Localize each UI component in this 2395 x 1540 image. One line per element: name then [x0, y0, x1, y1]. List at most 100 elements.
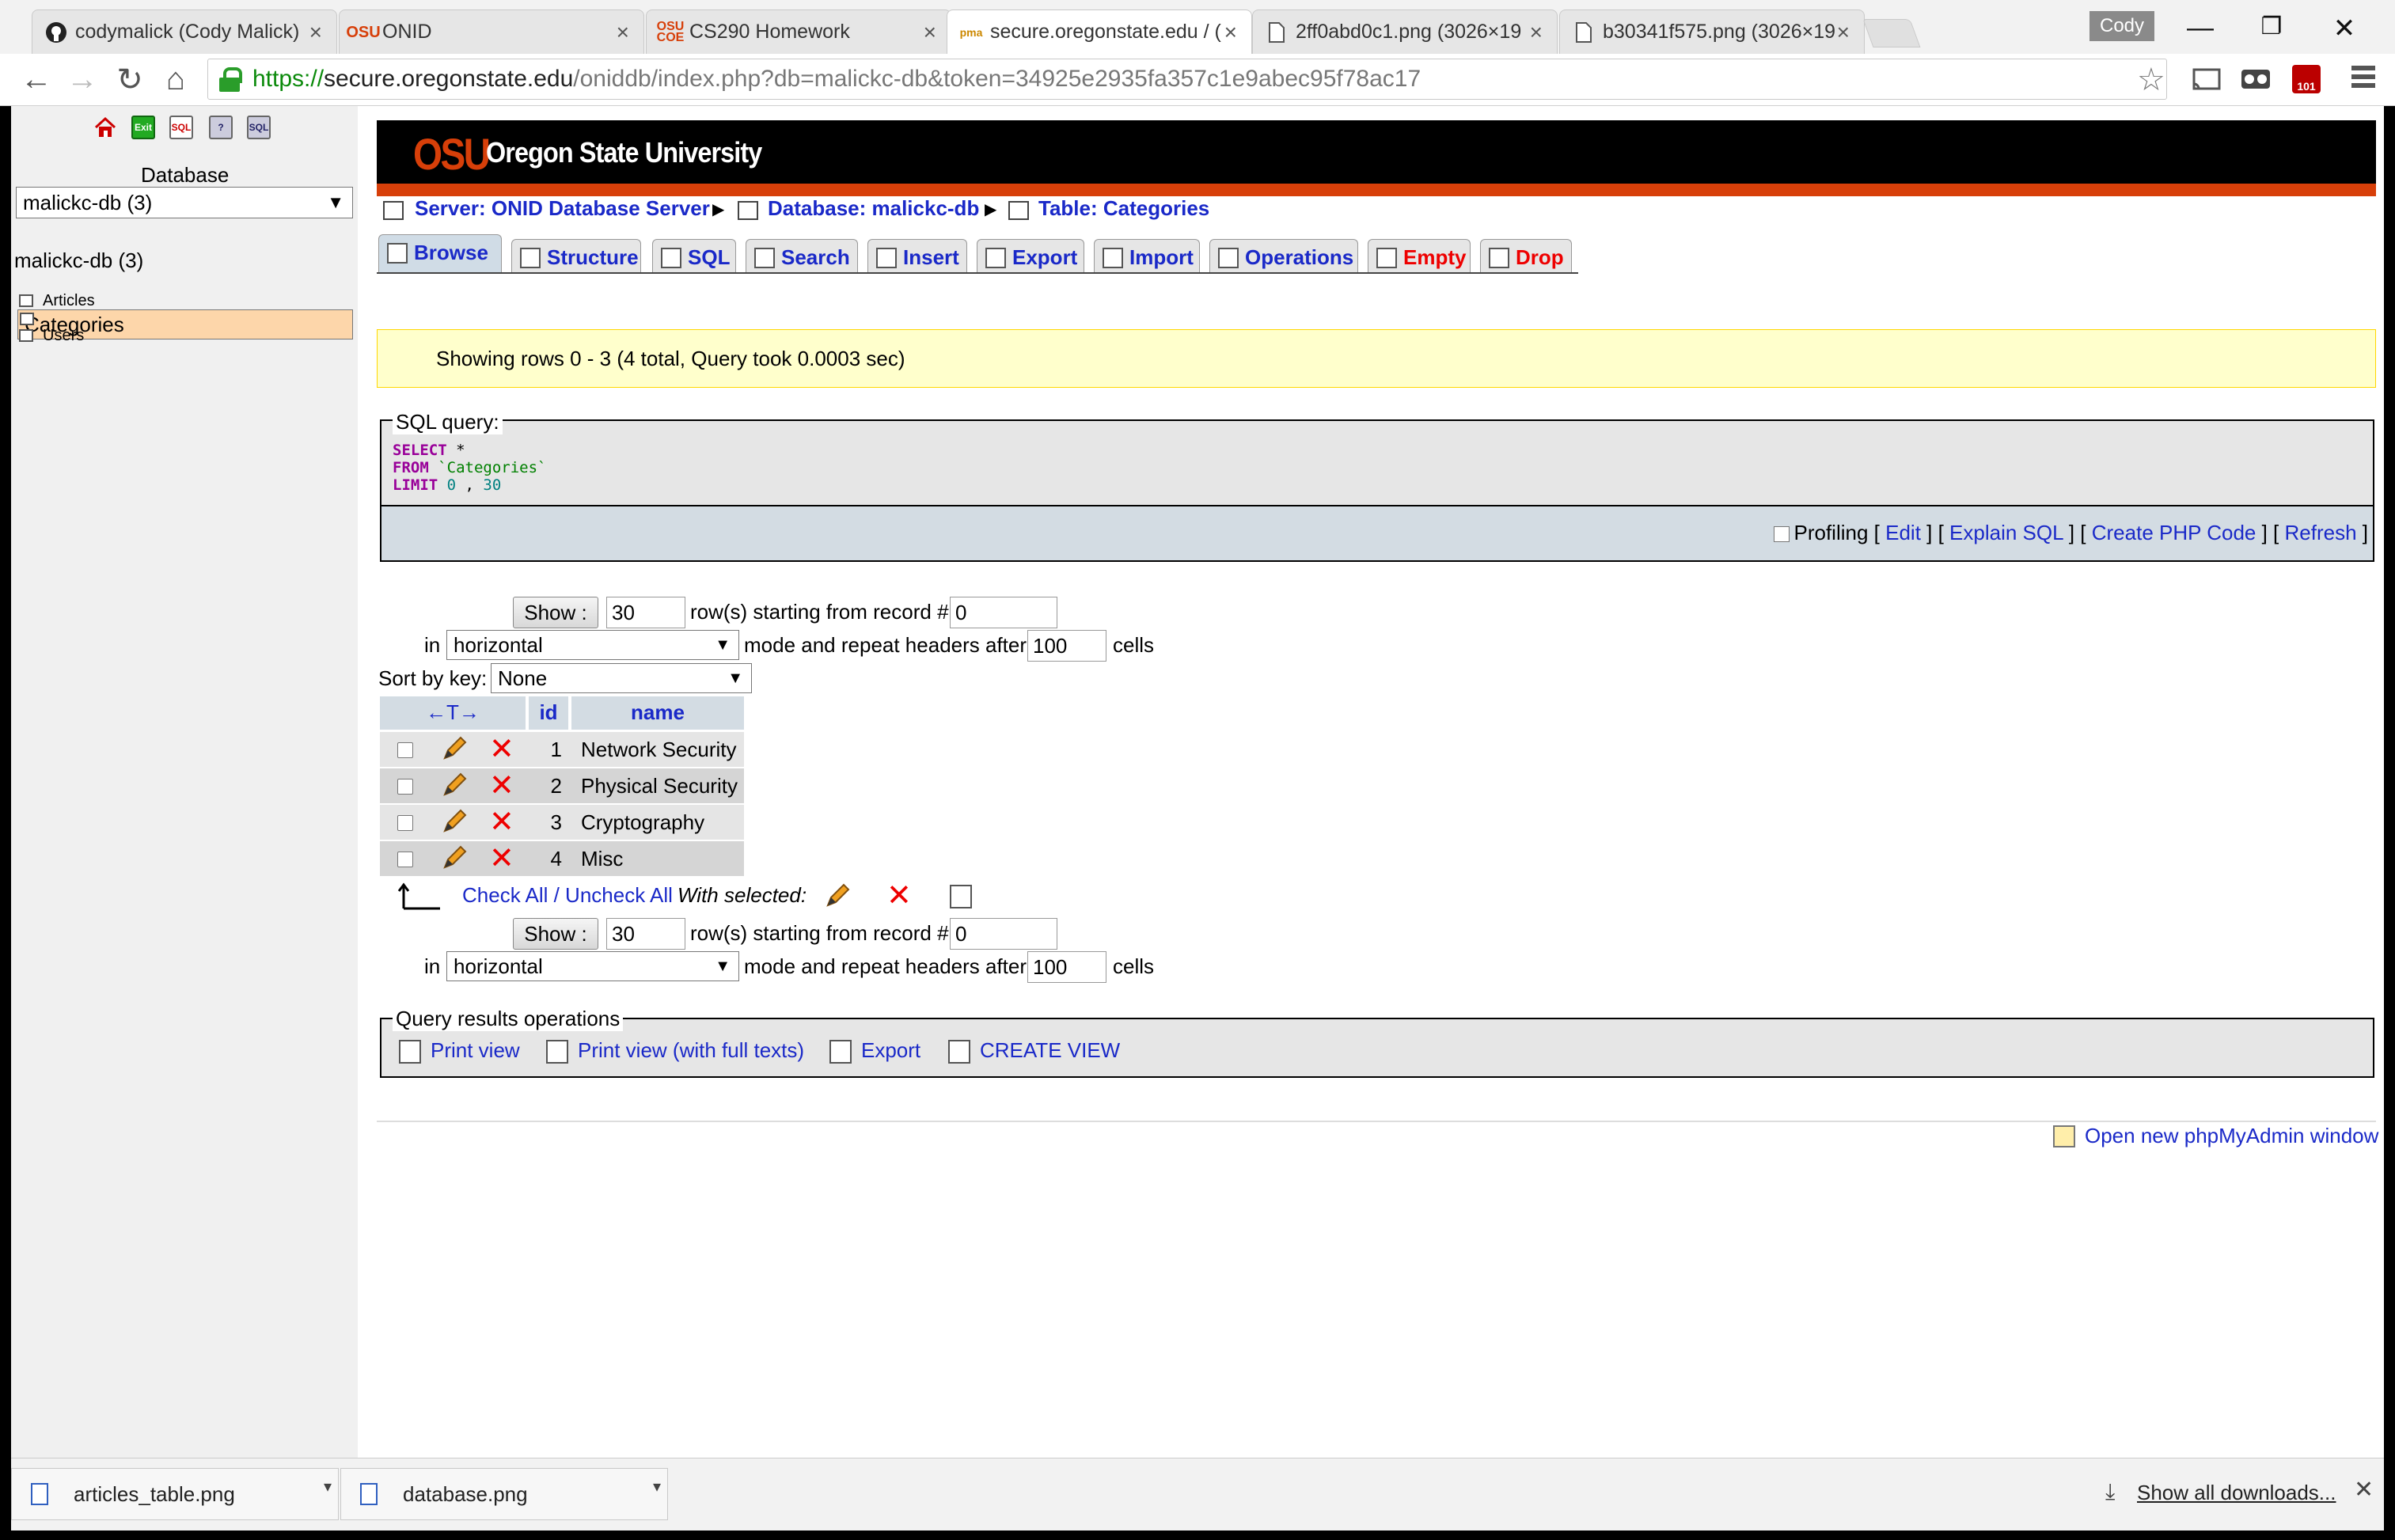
check-all-link[interactable]: Check All / Uncheck All [462, 883, 673, 908]
edit-pencil-icon[interactable] [440, 734, 469, 763]
download-item[interactable]: articles_table.png ▾ [11, 1468, 339, 1520]
home-icon[interactable]: ⌂ [154, 62, 198, 97]
menu-icon[interactable] [2348, 62, 2379, 93]
delete-x-icon[interactable]: ✕ [489, 771, 514, 801]
extension-101-icon[interactable]: 101 [2291, 63, 2322, 95]
row-checkbox[interactable] [397, 779, 413, 795]
tab-insert[interactable]: Insert [867, 239, 967, 274]
explain-sql-link[interactable]: Explain SQL [1949, 521, 2063, 544]
repeat-headers-input-bottom[interactable]: 100 [1027, 951, 1106, 983]
breadcrumb-database[interactable]: Database: malickc-db [768, 196, 979, 221]
delete-x-icon[interactable]: ✕ [489, 844, 514, 874]
tab-import[interactable]: Import [1094, 239, 1200, 274]
osu-logo[interactable]: OSU [413, 128, 491, 180]
tab-sql[interactable]: SQL [652, 239, 736, 274]
close-tab-icon[interactable]: × [1224, 20, 1237, 45]
osu-header-stripe [377, 184, 2376, 196]
rows-input[interactable]: 30 [606, 597, 685, 628]
database-select[interactable]: malickc-db (3) ▼ [16, 187, 353, 218]
delete-selected-x-icon[interactable]: ✕ [886, 881, 912, 911]
show-button-bottom[interactable]: Show : [513, 918, 598, 950]
row-checkbox[interactable] [397, 852, 413, 867]
edit-pencil-icon[interactable] [440, 844, 469, 872]
tab-drop[interactable]: Drop [1480, 239, 1572, 274]
profile-button[interactable]: Cody [2089, 11, 2154, 41]
display-mode-select[interactable]: horizontal ▼ [446, 630, 739, 660]
edit-pencil-icon[interactable] [440, 807, 469, 836]
sql-docs-icon[interactable]: SQL [247, 116, 271, 139]
tab-operations[interactable]: Operations [1209, 239, 1358, 274]
column-arrows[interactable]: ←T→ [380, 696, 526, 730]
row-checkbox[interactable] [397, 815, 413, 831]
edit-link[interactable]: Edit [1885, 521, 1921, 544]
sidebar-item-users[interactable]: Users [17, 327, 353, 344]
create-php-link[interactable]: Create PHP Code [2092, 521, 2256, 544]
mode-text-bottom: mode and repeat headers after [744, 954, 1027, 978]
start-record-input[interactable]: 0 [950, 597, 1057, 628]
start-record-input-bottom[interactable]: 0 [950, 918, 1057, 950]
show-button[interactable]: Show : [513, 597, 598, 628]
bookmark-star-icon[interactable]: ☆ [2137, 62, 2165, 98]
delete-x-icon[interactable]: ✕ [489, 734, 514, 764]
database-heading[interactable]: malickc-db (3) [14, 248, 143, 273]
reload-icon[interactable]: ↻ [108, 62, 152, 98]
rows-input-bottom[interactable]: 30 [606, 918, 685, 950]
create-view-link[interactable]: CREATE VIEW [980, 1038, 1120, 1063]
tab-empty[interactable]: Empty [1368, 239, 1471, 274]
tab-image-1[interactable]: 2ff0abd0c1.png (3026×19 × [1252, 9, 1558, 54]
export-selected-icon[interactable] [950, 885, 972, 908]
edit-pencil-icon[interactable] [440, 771, 469, 799]
tab-structure[interactable]: Structure [511, 239, 641, 274]
close-tab-icon[interactable]: × [1837, 20, 1850, 45]
forward-icon[interactable]: → [60, 62, 104, 97]
tab-image-2[interactable]: b30341f575.png (3026×19 × [1559, 9, 1865, 54]
chevron-down-icon[interactable]: ▾ [653, 1477, 661, 1496]
tab-cs290[interactable]: OSU COE CS290 Homework × [646, 9, 951, 54]
download-item[interactable]: database.png ▾ [340, 1468, 668, 1520]
display-mode-select-bottom[interactable]: horizontal ▼ [446, 951, 739, 981]
tab-github[interactable]: codymalick (Cody Malick) × [32, 9, 337, 54]
repeat-headers-input[interactable]: 100 [1027, 630, 1106, 662]
sidebar-item-articles[interactable]: Articles [17, 292, 353, 309]
cast-icon[interactable] [2191, 63, 2222, 95]
sql-query-icon[interactable]: SQL [169, 116, 193, 139]
breadcrumb-server[interactable]: Server: ONID Database Server [415, 196, 710, 221]
minimize-icon[interactable]: — [2177, 13, 2224, 44]
restore-icon[interactable]: ❐ [2248, 13, 2295, 40]
help-icon[interactable]: ? [209, 116, 233, 139]
new-tab-button[interactable] [1862, 19, 1921, 47]
home-icon[interactable] [93, 116, 117, 139]
refresh-link[interactable]: Refresh [2285, 521, 2357, 544]
close-download-bar-icon[interactable]: ✕ [2354, 1476, 2374, 1504]
row-checkbox[interactable] [397, 742, 413, 758]
print-view-link[interactable]: Print view [431, 1038, 520, 1063]
address-bar[interactable]: https://secure.oregonstate.edu/oniddb/in… [207, 59, 2167, 100]
close-window-icon[interactable]: ✕ [2321, 13, 2368, 44]
print-view-full-link[interactable]: Print view (with full texts) [578, 1038, 804, 1063]
cell-name: Physical Security [581, 774, 738, 798]
show-all-downloads-link[interactable]: Show all downloads... [2137, 1481, 2336, 1505]
column-header-id[interactable]: id [529, 696, 568, 730]
tab-export[interactable]: Export [977, 239, 1084, 274]
column-header-name[interactable]: name [571, 696, 744, 730]
export-link[interactable]: Export [861, 1038, 920, 1063]
exit-icon[interactable]: Exit [131, 116, 155, 139]
tab-onid[interactable]: OSU ONID × [339, 9, 644, 54]
open-new-window-link[interactable]: Open new phpMyAdmin window [2085, 1124, 2378, 1148]
breadcrumb-table[interactable]: Table: Categories [1038, 196, 1209, 221]
tab-search[interactable]: Search [746, 239, 858, 274]
sort-key-select[interactable]: None ▼ [491, 663, 752, 693]
tab-phpmyadmin[interactable]: pma secure.oregonstate.edu / ( × [947, 9, 1252, 54]
close-tab-icon[interactable]: × [924, 20, 936, 45]
extension-glasses-icon[interactable] [2240, 63, 2272, 95]
arrow-up-left-icon [396, 882, 443, 910]
edit-selected-pencil-icon[interactable] [823, 882, 852, 910]
chevron-down-icon[interactable]: ▾ [324, 1477, 332, 1496]
close-tab-icon[interactable]: × [617, 20, 629, 45]
close-tab-icon[interactable]: × [1530, 20, 1543, 45]
tab-browse[interactable]: Browse [378, 234, 502, 274]
profiling-checkbox[interactable] [1773, 526, 1790, 543]
delete-x-icon[interactable]: ✕ [489, 807, 514, 837]
close-tab-icon[interactable]: × [309, 20, 322, 45]
back-icon[interactable]: ← [14, 62, 59, 97]
